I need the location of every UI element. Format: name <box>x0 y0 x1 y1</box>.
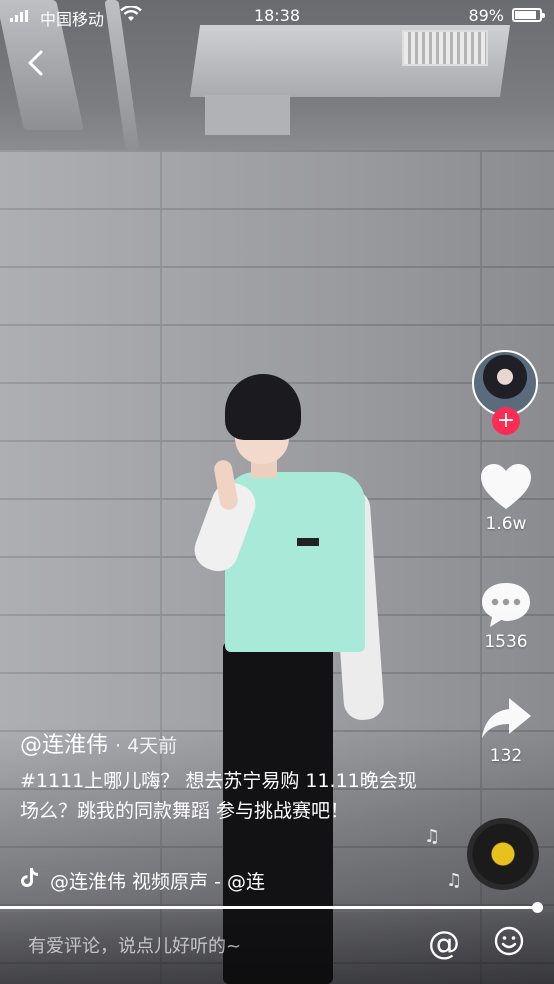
share-count: 132 <box>489 746 523 766</box>
music-title: @连淮伟 视频原声 - @连 <box>50 871 265 893</box>
status-bar: 中国移动 18:38 89% <box>0 0 554 32</box>
tiktok-note-icon <box>21 868 38 887</box>
comment-input[interactable]: 有爱评论，说点儿好听的~ <box>28 932 241 958</box>
comment-count: 1536 <box>484 632 528 652</box>
comment-icon <box>482 583 530 627</box>
share-icon <box>482 698 531 738</box>
music-note-icon: ♫ <box>446 870 463 891</box>
follow-button[interactable]: + <box>492 407 520 435</box>
battery-icon <box>512 8 545 22</box>
music-note-icon: ♫ <box>424 826 441 847</box>
air-duct-drop <box>205 95 290 135</box>
share-button[interactable]: 132 <box>474 694 538 766</box>
like-count: 1.6w <box>485 514 527 534</box>
author-name[interactable]: @连淮伟 <box>20 733 108 758</box>
author-row: @连淮伟 · 4天前 <box>20 727 177 759</box>
air-vent <box>402 30 488 66</box>
music-disc-icon[interactable] <box>467 818 539 890</box>
music-row[interactable]: @连淮伟 视频原声 - @连 <box>20 866 320 894</box>
comment-button[interactable]: 1536 <box>474 580 538 652</box>
at-icon[interactable]: @ <box>428 924 460 962</box>
caption-text[interactable]: #1111上哪儿嗨？ 想去苏宁易购 11.11晚会现场么？跳我的同款舞蹈 参与挑… <box>20 766 420 826</box>
battery-percent: 89% <box>468 6 504 25</box>
heart-icon <box>481 464 531 509</box>
post-time: · 4天前 <box>115 735 178 757</box>
like-button[interactable]: 1.6w <box>474 462 538 534</box>
progress-bar[interactable] <box>0 906 538 909</box>
back-chevron-icon[interactable] <box>22 48 52 78</box>
emoji-icon[interactable] <box>494 926 524 956</box>
